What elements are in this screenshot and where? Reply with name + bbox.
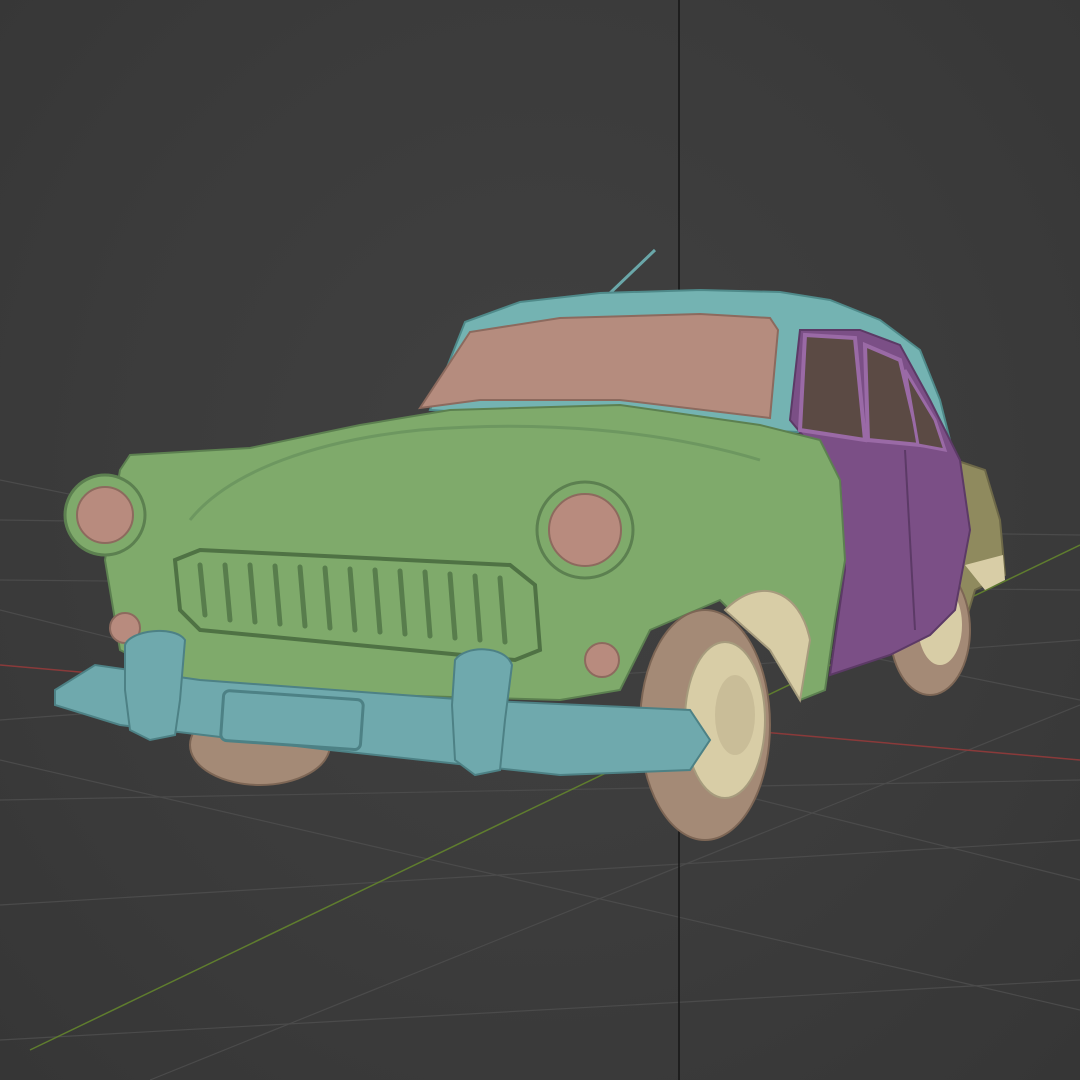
- right-turn-signal: [584, 642, 620, 678]
- right-headlight: [548, 493, 622, 567]
- license-plate: [219, 689, 365, 752]
- front-right-hub-center: [715, 675, 755, 755]
- left-headlight: [76, 486, 134, 544]
- left-bumper-guard: [124, 629, 187, 742]
- 3d-viewport[interactable]: [0, 0, 1080, 1080]
- viewport-canvas[interactable]: [0, 0, 1080, 1080]
- car-model[interactable]: [54, 248, 1007, 841]
- antenna: [606, 248, 657, 297]
- front-side-window: [797, 332, 868, 443]
